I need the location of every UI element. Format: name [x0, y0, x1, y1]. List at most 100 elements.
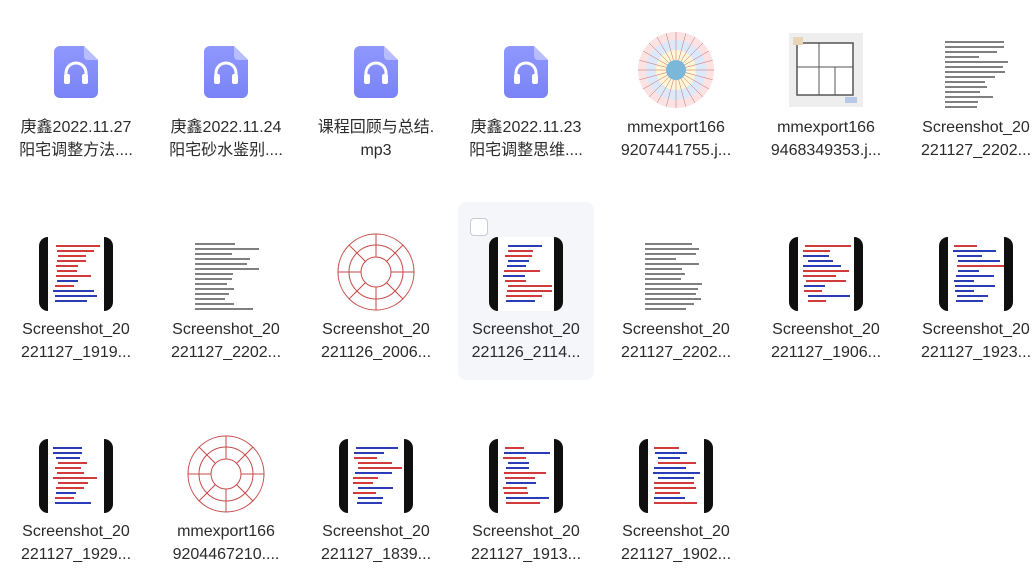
file-thumbnail [176, 32, 276, 112]
file-name-line2: 阳宅调整思维.... [469, 142, 583, 159]
file-thumbnail [926, 32, 1026, 112]
file-item[interactable]: mmexport166 9204467210.... [158, 404, 294, 582]
file-name-line1: Screenshot_20 [922, 119, 1030, 136]
bagua-image-preview [336, 232, 416, 317]
file-thumbnail [26, 234, 126, 314]
file-name-line1: Screenshot_20 [172, 321, 280, 338]
file-name: Screenshot_20 221127_2202... [608, 318, 744, 364]
file-item[interactable]: 庚鑫2022.11.27 阳宅调整方法.... [8, 0, 144, 178]
file-thumbnail [926, 234, 1026, 314]
file-thumbnail [326, 32, 426, 112]
file-name-line1: Screenshot_20 [22, 321, 130, 338]
text-screenshot-preview [639, 237, 713, 311]
file-thumbnail [776, 234, 876, 314]
text-screenshot-preview [189, 237, 263, 311]
file-name: Screenshot_20 221126_2006... [308, 318, 444, 364]
file-thumbnail [176, 234, 276, 314]
file-name: mmexport166 9207441755.j... [608, 116, 744, 162]
file-name-line2: mp3 [360, 142, 392, 159]
file-item[interactable]: Screenshot_20 221127_1906... [758, 202, 894, 380]
bagua-image-preview [186, 434, 266, 519]
file-name-line1: 庚鑫2022.11.24 [170, 119, 282, 136]
file-thumbnail [26, 436, 126, 516]
file-name: Screenshot_20 221127_2202... [158, 318, 294, 364]
file-name-line1: 庚鑫2022.11.27 [20, 119, 132, 136]
file-item[interactable]: Screenshot_20 221127_2202... [158, 202, 294, 380]
file-item[interactable]: Screenshot_20 221127_1839... [308, 404, 444, 582]
file-name-line1: mmexport166 [177, 523, 275, 540]
file-item[interactable]: mmexport166 9207441755.j... [608, 0, 744, 178]
phone-screenshot-preview [489, 237, 563, 311]
file-name: Screenshot_20 221127_1902... [608, 520, 744, 566]
file-name: Screenshot_20 221127_1839... [308, 520, 444, 566]
file-name-line2: 221126_2114... [471, 344, 581, 361]
file-item[interactable]: Screenshot_20 221126_2114... [458, 202, 594, 380]
file-item[interactable]: Screenshot_20 221126_2006... [308, 202, 444, 380]
file-name-line1: 课程回顾与总结. [317, 119, 435, 136]
headphones-icon [54, 46, 98, 98]
headphones-icon [354, 46, 398, 98]
file-name-line2: 221126_2006... [320, 344, 432, 361]
file-item[interactable]: Screenshot_20 221127_1929... [8, 404, 144, 582]
file-name-line2: 221127_1913... [470, 546, 582, 563]
file-name-line1: Screenshot_20 [772, 321, 880, 338]
file-name: 庚鑫2022.11.24 阳宅砂水鉴别.... [158, 116, 294, 162]
compass-image-preview [636, 30, 716, 115]
file-name-line1: Screenshot_20 [322, 321, 430, 338]
file-name-line1: mmexport166 [777, 119, 875, 136]
file-name-line1: Screenshot_20 [622, 523, 730, 540]
phone-screenshot-preview [939, 237, 1013, 311]
file-name-line2: 221127_1929... [20, 546, 132, 563]
phone-screenshot-preview [339, 439, 413, 513]
file-thumbnail [776, 32, 876, 112]
file-name-line2: 9207441755.j... [620, 142, 732, 159]
file-name: Screenshot_20 221127_1913... [458, 520, 594, 566]
file-name: 庚鑫2022.11.23 阳宅调整思维.... [458, 116, 594, 162]
phone-screenshot-preview [639, 439, 713, 513]
file-name: mmexport166 9468349353.j... [758, 116, 894, 162]
file-name: mmexport166 9204467210.... [158, 520, 294, 566]
phone-screenshot-preview [489, 439, 563, 513]
file-item[interactable]: 庚鑫2022.11.23 阳宅调整思维.... [458, 0, 594, 178]
phone-screenshot-preview [39, 439, 113, 513]
file-thumbnail [326, 232, 426, 317]
file-item[interactable]: Screenshot_20 221127_2202... [908, 0, 1036, 178]
file-item[interactable]: 庚鑫2022.11.24 阳宅砂水鉴别.... [158, 0, 294, 178]
phone-screenshot-preview [39, 237, 113, 311]
file-name-line2: 221127_2202... [170, 344, 282, 361]
file-thumbnail [326, 436, 426, 516]
file-thumbnail [626, 234, 726, 314]
file-name-line2: 221127_1839... [320, 546, 432, 563]
file-name-line1: Screenshot_20 [22, 523, 130, 540]
file-name-line1: Screenshot_20 [322, 523, 430, 540]
file-item[interactable]: Screenshot_20 221127_2202... [608, 202, 744, 380]
file-item[interactable]: mmexport166 9468349353.j... [758, 0, 894, 178]
file-thumbnail [626, 436, 726, 516]
file-item[interactable]: Screenshot_20 221127_1923... [908, 202, 1036, 380]
file-name-line1: Screenshot_20 [922, 321, 1030, 338]
file-name-line2: 221127_1906... [770, 344, 882, 361]
file-thumbnail [26, 32, 126, 112]
file-name-line2: 221127_2202... [920, 142, 1032, 159]
file-item[interactable]: Screenshot_20 221127_1913... [458, 404, 594, 582]
file-name-line1: mmexport166 [627, 119, 725, 136]
file-name-line2: 221127_1919... [20, 344, 132, 361]
file-name-line2: 9468349353.j... [770, 142, 882, 159]
file-name-line1: Screenshot_20 [472, 321, 580, 338]
file-item[interactable]: Screenshot_20 221127_1902... [608, 404, 744, 582]
file-thumbnail [476, 436, 576, 516]
file-name-line2: 阳宅调整方法.... [19, 142, 133, 159]
file-thumbnail [176, 434, 276, 519]
file-name-line1: Screenshot_20 [622, 321, 730, 338]
file-thumbnail [626, 30, 726, 115]
file-name-line2: 221127_1923... [920, 344, 1032, 361]
file-name: Screenshot_20 221127_1923... [908, 318, 1036, 364]
file-name: Screenshot_20 221127_1906... [758, 318, 894, 364]
file-name: Screenshot_20 221127_2202... [908, 116, 1036, 162]
headphones-icon [504, 46, 548, 98]
file-grid: 庚鑫2022.11.27 阳宅调整方法.... 庚鑫2022.11.24 阳宅砂水鉴别… [0, 0, 1036, 563]
text-screenshot-preview [939, 35, 1013, 109]
file-item[interactable]: 课程回顾与总结. mp3 [308, 0, 444, 178]
file-item[interactable]: Screenshot_20 221127_1919... [8, 202, 144, 380]
file-name-line2: 221127_2202... [620, 344, 732, 361]
